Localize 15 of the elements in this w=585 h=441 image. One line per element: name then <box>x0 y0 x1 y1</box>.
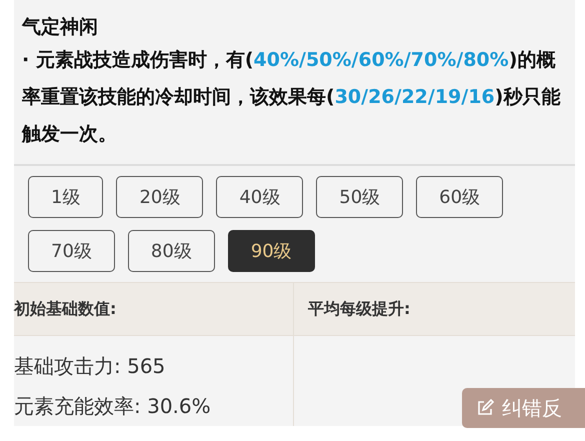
table-header: 平均每级提升: <box>293 282 575 336</box>
level-button[interactable]: 50级 <box>316 176 404 218</box>
level-button[interactable]: 70级 <box>28 230 115 272</box>
stat-value: 基础攻击力: 565 <box>14 353 166 380</box>
passive-title: 气定神闲 <box>22 15 99 40</box>
level-button[interactable]: 90级 <box>228 230 315 272</box>
table-header: 初始基础数值: <box>14 282 293 336</box>
level-button[interactable]: 60级 <box>416 176 504 218</box>
level-button[interactable]: 80级 <box>128 230 215 272</box>
level-button[interactable]: 1级 <box>28 176 104 218</box>
level-button[interactable]: 20级 <box>116 176 204 218</box>
stat-value: 元素充能效率: 30.6% <box>14 393 212 420</box>
level-button[interactable]: 40级 <box>216 176 304 218</box>
passive-description: · 元素战技造成伤害时，有(40%/50%/60%/70%/80%)的概率重置该技能的冷却时间，该效果每(30/26/22/19/16)秒只能触发一次。 <box>22 48 562 147</box>
edit-icon <box>476 399 494 417</box>
